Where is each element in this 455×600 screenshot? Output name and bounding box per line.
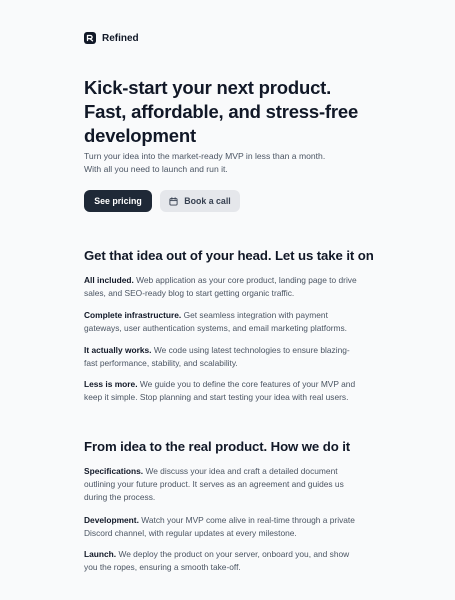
- process-text-line: outlining your future product. It serves…: [84, 479, 344, 489]
- feature-text-line: We code using latest technologies to ens…: [153, 345, 350, 355]
- feature-heading: Less is more.: [84, 379, 138, 389]
- feature-item: Less is more. We guide you to define the…: [84, 378, 384, 404]
- feature-text-line: keep it simple. Stop planning and start …: [84, 392, 349, 402]
- feature-item: It actually works. We code using latest …: [84, 344, 384, 370]
- features-title: Get that idea out of your head. Let us t…: [84, 248, 374, 263]
- brand-name: Refined: [102, 32, 139, 44]
- see-pricing-label: See pricing: [94, 196, 142, 206]
- hero-title-line: Kick-start your next product.: [84, 77, 332, 98]
- process-title: From idea to the real product. How we do…: [84, 439, 351, 454]
- feature-item: Complete infrastructure. Get seamless in…: [84, 309, 384, 335]
- process-text-line: you the ropes, ensuring a smooth take-of…: [84, 562, 241, 572]
- feature-text-line: We guide you to define the core features…: [139, 379, 356, 389]
- book-call-label: Book a call: [184, 196, 231, 206]
- see-pricing-button[interactable]: See pricing: [84, 190, 152, 212]
- hero-title-line: development: [84, 125, 196, 146]
- process-heading: Development.: [84, 515, 139, 525]
- process-heading: Specifications.: [84, 466, 144, 476]
- process-text-line: during the process.: [84, 492, 156, 502]
- hero-title: Kick-start your next product. Fast, affo…: [84, 76, 404, 148]
- feature-text-line: fast performance, stability, and scalabi…: [84, 358, 238, 368]
- brand[interactable]: Refined: [84, 32, 139, 44]
- feature-heading: All included.: [84, 275, 134, 285]
- hero-title-line: Fast, affordable, and stress-free: [84, 101, 359, 122]
- book-call-button[interactable]: Book a call: [160, 190, 240, 212]
- process-text-line: We discuss your idea and craft a detaile…: [145, 466, 338, 476]
- process-item: Launch. We deploy the product on your se…: [84, 548, 384, 574]
- landing-page: Refined Kick-start your next product. Fa…: [0, 0, 455, 600]
- hero-subtitle: Turn your idea into the market-ready MVP…: [84, 150, 384, 176]
- process-item: Specifications. We discuss your idea and…: [84, 465, 384, 504]
- feature-text-line: gateways, user authentication systems, a…: [84, 323, 348, 333]
- calendar-icon: [169, 196, 178, 206]
- process-text-line: We deploy the product on your server, on…: [118, 549, 350, 559]
- process-item: Development. Watch your MVP come alive i…: [84, 514, 384, 540]
- process-text-line: Discord channel, with regular updates at…: [84, 528, 297, 538]
- feature-text-line: sales, and SEO-ready blog to start getti…: [84, 288, 295, 298]
- feature-item: All included. Web application as your co…: [84, 274, 384, 300]
- hero-subtitle-line: With all you need to launch and run it.: [84, 164, 228, 174]
- process-heading: Launch.: [84, 549, 117, 559]
- feature-heading: It actually works.: [84, 345, 152, 355]
- logo-icon: [84, 32, 96, 44]
- feature-heading: Complete infrastructure.: [84, 310, 182, 320]
- process-text-line: Watch your MVP come alive in real-time t…: [141, 515, 355, 525]
- feature-text-line: Get seamless integration with payment: [183, 310, 328, 320]
- feature-text-line: Web application as your core product, la…: [136, 275, 357, 285]
- hero-subtitle-line: Turn your idea into the market-ready MVP…: [84, 151, 326, 161]
